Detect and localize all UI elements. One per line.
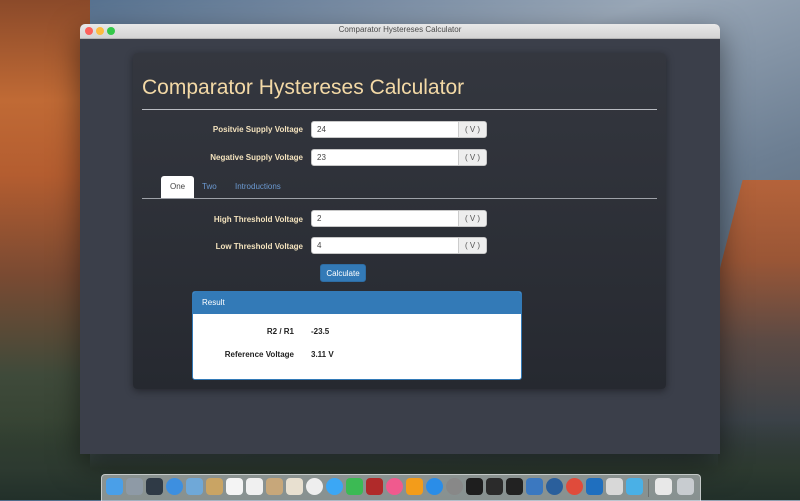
console-icon[interactable] — [486, 478, 503, 495]
tab-introductions[interactable]: Introductions — [226, 176, 290, 198]
facetime-icon[interactable] — [346, 478, 363, 495]
low-threshold-unit: ( V ) — [458, 238, 486, 253]
high-threshold-input[interactable]: 2 — [317, 214, 321, 223]
photo-booth-icon[interactable] — [366, 478, 383, 495]
activity-monitor-icon[interactable] — [506, 478, 523, 495]
positive-supply-field[interactable]: 24 ( V ) — [311, 121, 487, 138]
launchpad-icon[interactable] — [126, 478, 143, 495]
tabs-divider — [142, 198, 657, 199]
photo-library-icon[interactable] — [306, 478, 323, 495]
contacts-icon[interactable] — [266, 478, 283, 495]
reference-voltage-value: 3.11 V — [311, 350, 334, 359]
mission-control-icon[interactable] — [146, 478, 163, 495]
safari-icon[interactable] — [166, 478, 183, 495]
ratio-value: -23.5 — [311, 327, 330, 336]
calculate-button[interactable]: Calculate — [320, 264, 366, 282]
window-title: Comparator Hystereses Calculator — [338, 25, 462, 34]
page-title: Comparator Hystereses Calculator — [142, 76, 465, 99]
result-row-ratio: R2 / R1 -23.5 — [193, 327, 521, 339]
system-preferences-icon[interactable] — [446, 478, 463, 495]
low-threshold-input[interactable]: 4 — [317, 241, 321, 250]
dock — [101, 474, 701, 501]
vscode-icon[interactable] — [586, 478, 603, 495]
documents-icon[interactable] — [655, 478, 672, 495]
terminal-icon[interactable] — [466, 478, 483, 495]
tab-two[interactable]: Two — [193, 176, 226, 198]
result-panel: Result R2 / R1 -23.5 Reference Voltage 3… — [192, 291, 522, 380]
negative-supply-input[interactable]: 23 — [317, 153, 326, 162]
ratio-label: R2 / R1 — [266, 327, 294, 336]
notes-icon[interactable] — [206, 478, 223, 495]
negative-supply-field[interactable]: 23 ( V ) — [311, 149, 487, 166]
reminders-icon[interactable] — [246, 478, 263, 495]
app-window: Comparator Hystereses Calculator Compara… — [80, 24, 720, 454]
dock-separator — [648, 479, 649, 497]
high-threshold-label: High Threshold Voltage — [213, 215, 303, 224]
itunes-icon[interactable] — [386, 478, 403, 495]
app-store-icon[interactable] — [426, 478, 443, 495]
finder-icon[interactable] — [106, 478, 123, 495]
title-divider — [142, 109, 657, 110]
negative-supply-label: Negative Supply Voltage — [210, 153, 303, 162]
calculator-panel: Comparator Hystereses Calculator Positvi… — [133, 53, 666, 389]
high-threshold-field[interactable]: 2 ( V ) — [311, 210, 487, 227]
ibooks-icon[interactable] — [406, 478, 423, 495]
low-threshold-label: Low Threshold Voltage — [215, 242, 303, 251]
xcode-icon[interactable] — [526, 478, 543, 495]
result-heading: Result — [193, 292, 521, 314]
negative-supply-unit: ( V ) — [458, 150, 486, 165]
preview-app-icon[interactable] — [606, 478, 623, 495]
high-threshold-unit: ( V ) — [458, 211, 486, 226]
low-threshold-field[interactable]: 4 ( V ) — [311, 237, 487, 254]
messages-icon[interactable] — [326, 478, 343, 495]
window-titlebar[interactable]: Comparator Hystereses Calculator — [80, 24, 720, 39]
chrome-icon[interactable] — [566, 478, 583, 495]
trash-icon[interactable] — [677, 478, 694, 495]
positive-supply-input[interactable]: 24 — [317, 125, 326, 134]
positive-supply-label: Positvie Supply Voltage — [212, 125, 303, 134]
photos-icon[interactable] — [286, 478, 303, 495]
result-row-reference-voltage: Reference Voltage 3.11 V — [193, 350, 521, 362]
calendar-icon[interactable] — [226, 478, 243, 495]
network-icon[interactable] — [546, 478, 563, 495]
reference-voltage-label: Reference Voltage — [224, 350, 294, 359]
downloads-icon[interactable] — [626, 478, 643, 495]
positive-supply-unit: ( V ) — [458, 122, 486, 137]
preview-icon[interactable] — [186, 478, 203, 495]
tab-one[interactable]: One — [161, 176, 195, 198]
